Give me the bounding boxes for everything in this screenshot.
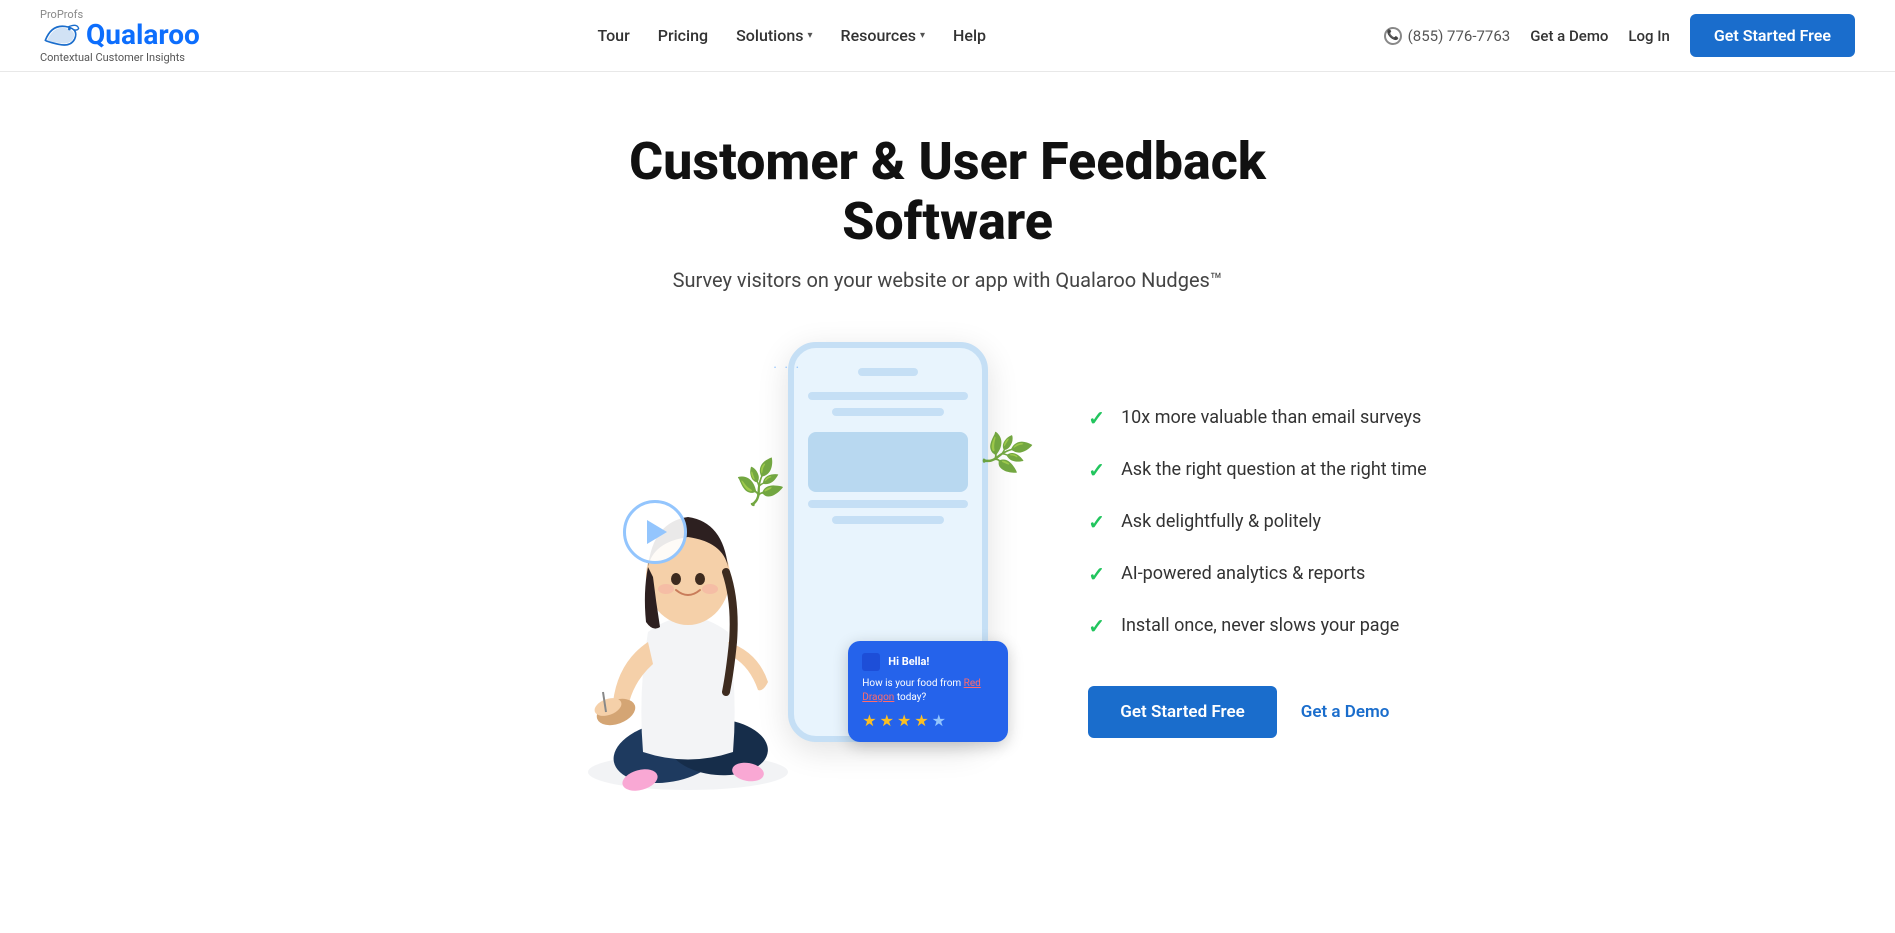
phone-illustration: Hi Bella! How is your food from Red Drag…: [468, 332, 1048, 812]
navbar: ProProfs Qualaroo Contextual Customer In…: [0, 0, 1895, 72]
woman-svg: [548, 392, 828, 812]
logo[interactable]: ProProfs Qualaroo Contextual Customer In…: [40, 8, 200, 64]
star-1: ★: [862, 711, 876, 730]
main-content: Hi Bella! How is your food from Red Drag…: [248, 292, 1648, 872]
feature-text-4: AI-powered analytics & reports: [1121, 563, 1365, 584]
feature-item-3: ✓ Ask delightfully & politely: [1088, 510, 1426, 534]
resources-chevron-icon: ▾: [920, 30, 925, 41]
nudge-greeting: Hi Bella!: [888, 655, 929, 668]
hero-get-demo-link[interactable]: Get a Demo: [1301, 702, 1390, 722]
nav-right: 📞 (855) 776-7763 Get a Demo Log In Get S…: [1384, 14, 1855, 57]
hero-section: Customer & User Feedback Software Survey…: [0, 72, 1895, 292]
logo-wordmark: Qualaroo: [86, 21, 200, 49]
hero-title: Customer & User Feedback Software: [538, 132, 1358, 252]
feature-item-2: ✓ Ask the right question at the right ti…: [1088, 458, 1426, 482]
check-icon-2: ✓: [1088, 458, 1105, 482]
qualaroo-bird-icon: [40, 21, 80, 49]
check-icon-1: ✓: [1088, 406, 1105, 430]
nudge-header: Hi Bella!: [862, 653, 994, 671]
nudge-card: Hi Bella! How is your food from Red Drag…: [848, 641, 1008, 742]
play-button[interactable]: [623, 500, 687, 564]
woman-illustration: [548, 392, 828, 812]
feature-text-2: Ask the right question at the right time: [1121, 459, 1427, 480]
star-2: ★: [880, 711, 894, 730]
nav-tour[interactable]: Tour: [597, 26, 629, 45]
check-icon-5: ✓: [1088, 614, 1105, 638]
phone-notch: [858, 368, 918, 376]
nav-get-started-button[interactable]: Get Started Free: [1690, 14, 1855, 57]
right-side: ✓ 10x more valuable than email surveys ✓…: [1088, 406, 1426, 738]
check-icon-3: ✓: [1088, 510, 1105, 534]
check-icon-4: ✓: [1088, 562, 1105, 586]
hero-subtitle: Survey visitors on your website or app w…: [673, 268, 1223, 292]
nav-pricing[interactable]: Pricing: [658, 26, 708, 45]
hero-get-started-button[interactable]: Get Started Free: [1088, 686, 1276, 738]
star-4: ★: [914, 711, 928, 730]
nav-login[interactable]: Log In: [1628, 27, 1669, 45]
feature-list: ✓ 10x more valuable than email surveys ✓…: [1088, 406, 1426, 638]
sparkle-top-icon: · · ·: [773, 360, 801, 376]
star-3: ★: [897, 711, 911, 730]
feature-text-3: Ask delightfully & politely: [1121, 511, 1321, 532]
star-5: ★: [932, 711, 946, 730]
phone-content-line-3: [808, 500, 968, 508]
phone-icon: 📞: [1384, 27, 1402, 45]
nav-solutions[interactable]: Solutions ▾: [736, 26, 812, 45]
nudge-avatar: [862, 653, 880, 671]
nudge-question: How is your food from Red Dragon today?: [862, 677, 994, 705]
feature-item-4: ✓ AI-powered analytics & reports: [1088, 562, 1426, 586]
solutions-chevron-icon: ▾: [807, 30, 812, 41]
nudge-stars[interactable]: ★ ★ ★ ★ ★: [862, 711, 994, 730]
phone-content-block: [808, 432, 968, 492]
phone-content-line-4: [832, 516, 944, 524]
feature-item-1: ✓ 10x more valuable than email surveys: [1088, 406, 1426, 430]
feature-text-1: 10x more valuable than email surveys: [1121, 407, 1421, 428]
feature-text-5: Install once, never slows your page: [1121, 615, 1399, 636]
nav-get-demo[interactable]: Get a Demo: [1530, 27, 1608, 45]
logo-tagline: Contextual Customer Insights: [40, 51, 200, 64]
play-icon: [647, 520, 667, 544]
nav-help[interactable]: Help: [953, 26, 986, 45]
phone-content-line-1: [808, 392, 968, 400]
cta-buttons: Get Started Free Get a Demo: [1088, 686, 1426, 738]
phone-number: 📞 (855) 776-7763: [1384, 27, 1511, 45]
feature-item-5: ✓ Install once, never slows your page: [1088, 614, 1426, 638]
nav-resources[interactable]: Resources ▾: [841, 26, 926, 45]
nav-links: Tour Pricing Solutions ▾ Resources ▾ Hel…: [597, 26, 986, 45]
phone-content-line-2: [832, 408, 944, 416]
